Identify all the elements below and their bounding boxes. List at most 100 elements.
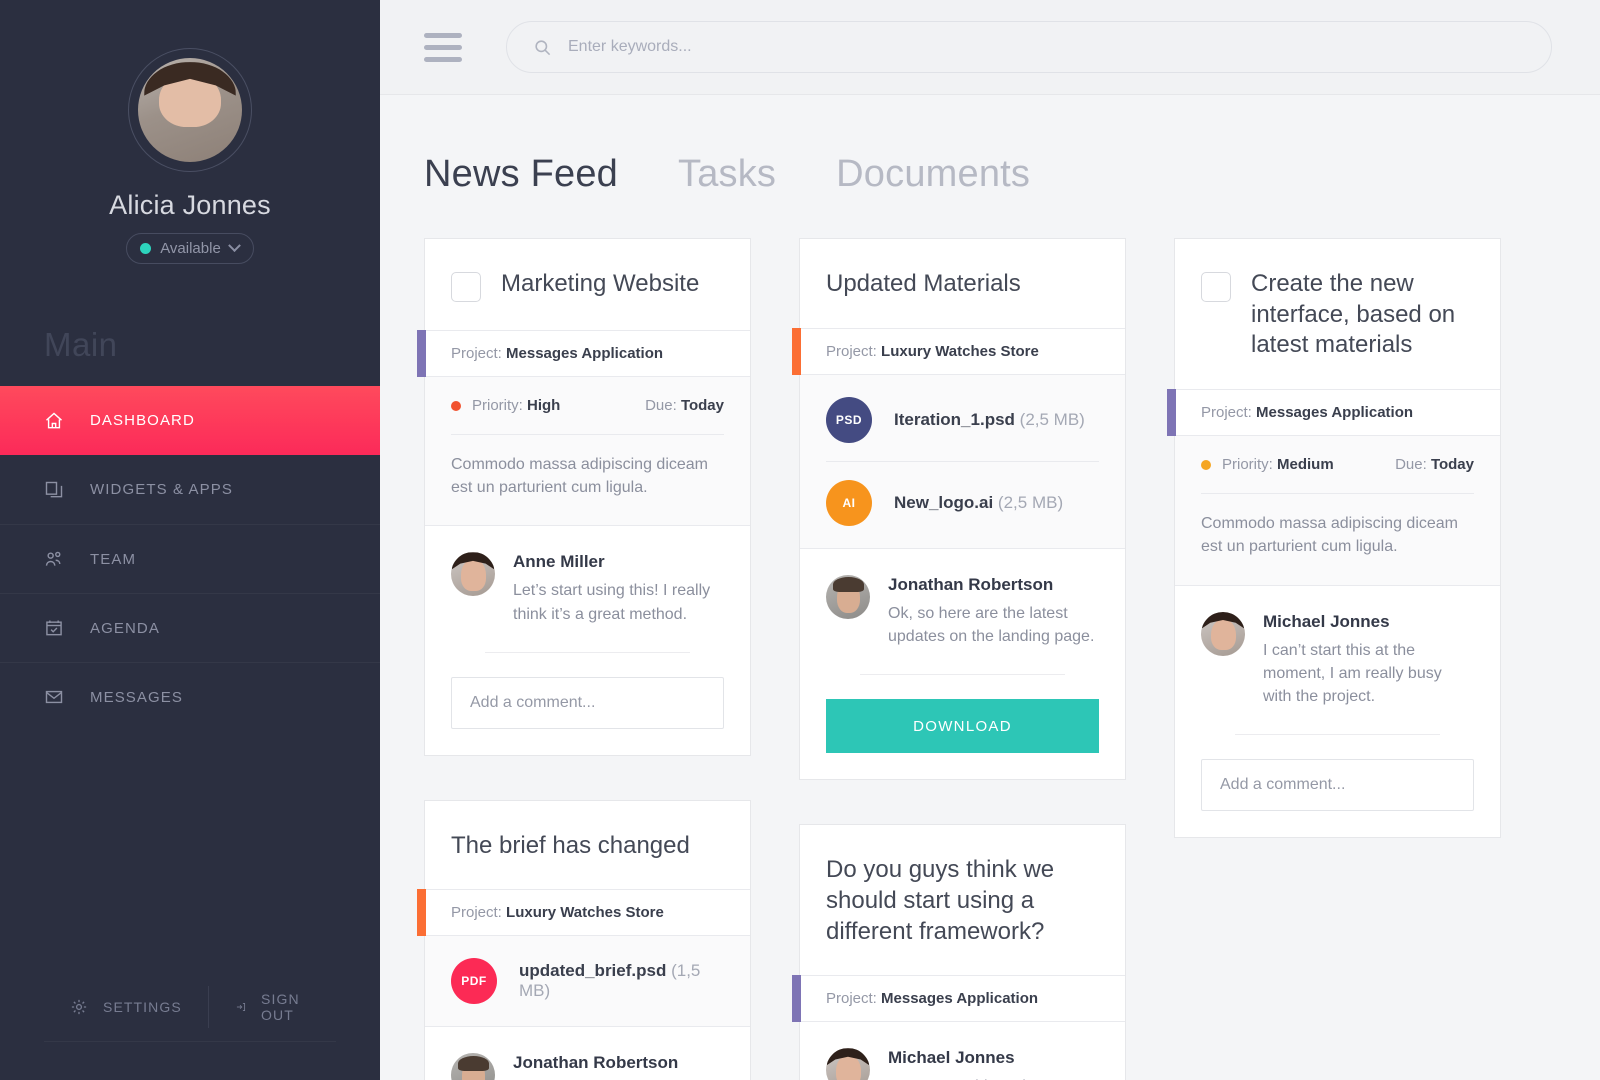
sidebar-item-label: AGENDA bbox=[90, 619, 160, 637]
project-prefix: Project: bbox=[1201, 404, 1252, 422]
sidebar-item-label: TEAM bbox=[90, 550, 137, 568]
comment-author: Anne Miller bbox=[513, 552, 605, 572]
card-header: Do you guys think we should start using … bbox=[800, 825, 1125, 975]
download-button[interactable]: DOWNLOAD bbox=[826, 699, 1099, 754]
card-header: Marketing Website bbox=[425, 239, 750, 330]
card-updated-materials: Updated Materials Project: Luxury Watche… bbox=[792, 238, 1126, 781]
hamburger-icon[interactable] bbox=[424, 32, 462, 62]
add-comment-input[interactable] bbox=[451, 676, 724, 729]
card-marketing-website: Marketing Website Project: Messages Appl… bbox=[417, 238, 751, 756]
search-icon bbox=[535, 39, 551, 55]
settings-label: SETTINGS bbox=[103, 999, 182, 1015]
file-size: (2,5 MB) bbox=[1019, 409, 1085, 429]
project-name: Luxury Watches Store bbox=[506, 904, 664, 922]
due-value: Today bbox=[680, 397, 724, 414]
sidebar-nav: DASHBOARD WIDGETS & APPS TEAM AGENDA MES… bbox=[0, 386, 380, 731]
profile-name: Alicia Jonnes bbox=[109, 190, 271, 220]
sign-out-button[interactable]: SIGN OUT bbox=[209, 991, 337, 1023]
sidebar-item-widgets-apps[interactable]: WIDGETS & APPS bbox=[0, 455, 380, 524]
topbar bbox=[380, 0, 1600, 95]
card-accent-bar bbox=[792, 975, 801, 1023]
card-title: Do you guys think we should start using … bbox=[826, 856, 1055, 945]
card-accent-bar bbox=[792, 327, 801, 375]
comment-author: Michael Jonnes bbox=[1263, 611, 1390, 631]
sidebar-section-title: Main bbox=[44, 326, 118, 363]
file-item[interactable]: PDF updated_brief.psd (1,5 MB) bbox=[451, 940, 724, 1022]
avatar-anne-miller bbox=[451, 552, 495, 597]
tab-documents[interactable]: Documents bbox=[836, 153, 1030, 196]
search-input[interactable] bbox=[568, 38, 1525, 56]
search-bar[interactable] bbox=[506, 21, 1552, 73]
comment-text: Ok, so here are the latest updates on th… bbox=[888, 604, 1095, 645]
project-row: Project: Messages Application bbox=[417, 330, 750, 377]
priority-prefix: Priority: bbox=[1222, 456, 1273, 474]
card-title: Marketing Website bbox=[501, 270, 700, 297]
comment-text: Let’s start using this! I really think i… bbox=[513, 582, 711, 623]
card-accent-bar bbox=[1167, 389, 1176, 437]
main-area: News Feed Tasks Documents Marketing Webs… bbox=[380, 0, 1600, 1080]
project-name: Messages Application bbox=[881, 990, 1039, 1008]
project-row: Project: Messages Application bbox=[792, 975, 1125, 1023]
card-comment-section: Michael Jonnes I can’t start this at the… bbox=[800, 1022, 1125, 1080]
sidebar-item-dashboard[interactable]: DASHBOARD bbox=[0, 386, 380, 455]
file-item[interactable]: PSD Iteration_1.psd (2,5 MB) bbox=[826, 379, 1099, 461]
sidebar-item-agenda[interactable]: AGENDA bbox=[0, 593, 380, 662]
project-name: Messages Application bbox=[506, 345, 664, 362]
card-header: Updated Materials bbox=[800, 239, 1125, 328]
status-label: Available bbox=[160, 240, 221, 257]
tab-news-feed[interactable]: News Feed bbox=[424, 153, 618, 196]
add-comment-input[interactable] bbox=[1201, 759, 1474, 812]
gear-icon bbox=[71, 999, 87, 1015]
project-row: Project: Luxury Watches Store bbox=[792, 327, 1125, 375]
comment-author: Jonathan Robertson bbox=[513, 1053, 679, 1073]
psd-file-icon: PSD bbox=[826, 396, 872, 443]
file-name: Iteration_1.psd bbox=[894, 409, 1015, 429]
task-checkbox[interactable] bbox=[1201, 272, 1231, 302]
priority-dot-icon bbox=[1201, 459, 1211, 470]
sidebar-item-team[interactable]: TEAM bbox=[0, 524, 380, 593]
card-comment-section: Jonathan Robertson Ok, so here are the l… bbox=[425, 1026, 750, 1080]
sidebar: Alicia Jonnes Available Main DASHBOARD W… bbox=[0, 0, 380, 1080]
card-different-framework: Do you guys think we should start using … bbox=[792, 824, 1126, 1080]
card-title: Updated Materials bbox=[826, 270, 1021, 297]
footer-rule bbox=[44, 1041, 336, 1042]
ai-file-icon: AI bbox=[826, 479, 872, 526]
comment-author: Jonathan Robertson bbox=[888, 574, 1054, 594]
card-description: Commodo massa adipiscing diceam est un p… bbox=[425, 435, 750, 526]
settings-button[interactable]: SETTINGS bbox=[44, 998, 208, 1016]
due-prefix: Due: bbox=[645, 397, 677, 414]
file-item[interactable]: AI New_logo.ai (2,5 MB) bbox=[826, 460, 1099, 544]
task-checkbox[interactable] bbox=[451, 272, 481, 302]
envelope-icon bbox=[45, 690, 63, 704]
card-create-new-interface: Create the new interface, based on lates… bbox=[1167, 238, 1501, 839]
project-prefix: Project: bbox=[826, 990, 877, 1008]
priority-prefix: Priority: bbox=[472, 397, 523, 414]
avatar[interactable] bbox=[128, 48, 252, 172]
card-the-brief-has-changed: The brief has changed Project: Luxury Wa… bbox=[417, 799, 751, 1080]
card-comment-section: Anne Miller Let’s start using this! I re… bbox=[425, 525, 750, 754]
card-meta: Priority: Medium Due: Today bbox=[1175, 436, 1500, 495]
file-name: updated_brief.psd bbox=[519, 961, 667, 981]
card-title: The brief has changed bbox=[451, 831, 690, 859]
tab-tasks[interactable]: Tasks bbox=[678, 153, 776, 196]
card-files: PDF updated_brief.psd (1,5 MB) bbox=[425, 936, 750, 1027]
priority-dot-icon bbox=[451, 400, 461, 411]
board-column-2: Updated Materials Project: Luxury Watche… bbox=[792, 238, 1126, 1080]
sidebar-item-messages[interactable]: MESSAGES bbox=[0, 662, 380, 731]
project-row: Project: Messages Application bbox=[1167, 389, 1500, 437]
project-prefix: Project: bbox=[826, 342, 877, 360]
status-selector[interactable]: Available bbox=[126, 233, 254, 264]
comment-author: Michael Jonnes bbox=[888, 1048, 1015, 1068]
project-prefix: Project: bbox=[451, 345, 502, 362]
project-row: Project: Luxury Watches Store bbox=[417, 889, 750, 937]
home-icon bbox=[46, 412, 62, 428]
chevron-down-icon bbox=[227, 239, 241, 253]
app-root: Alicia Jonnes Available Main DASHBOARD W… bbox=[0, 0, 1600, 1080]
comment-divider bbox=[485, 651, 690, 653]
card-meta: Priority: High Due: Today bbox=[425, 377, 750, 435]
board-column-3: Create the new interface, based on lates… bbox=[1167, 238, 1501, 1080]
sidebar-item-label: DASHBOARD bbox=[90, 412, 195, 429]
file-size: (2,5 MB) bbox=[997, 492, 1064, 512]
user-avatar-image bbox=[138, 58, 242, 162]
card-title: Create the new interface, based on lates… bbox=[1251, 270, 1456, 359]
